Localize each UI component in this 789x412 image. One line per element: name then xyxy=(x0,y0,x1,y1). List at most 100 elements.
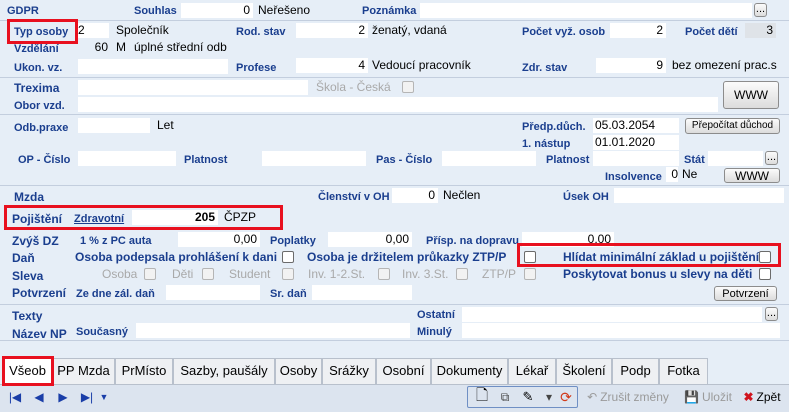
trexima-www-button[interactable]: WWW xyxy=(723,81,779,109)
tab-srazky[interactable]: Srážky xyxy=(322,358,376,384)
ostatni-dots-button[interactable]: ... xyxy=(765,307,778,321)
op-cislo-field[interactable] xyxy=(78,151,176,166)
ukon-vz-field[interactable] xyxy=(78,59,228,74)
stat-dots-button[interactable]: ... xyxy=(765,151,778,165)
prev-record-icon[interactable]: ◀ xyxy=(30,386,48,408)
odb-praxe-field[interactable] xyxy=(78,118,150,133)
zdr-stav-code-field[interactable]: 9 xyxy=(596,58,666,73)
new-record-icon[interactable]: 🗋 xyxy=(472,386,492,408)
stat-field[interactable] xyxy=(708,151,763,166)
profese-code-field[interactable]: 4 xyxy=(296,58,368,73)
predp-duch-field[interactable]: 05.03.2054 xyxy=(593,118,679,133)
tab-lekar[interactable]: Lékař xyxy=(508,358,556,384)
clenstvi-oh-text: Nečlen xyxy=(443,188,481,202)
save-icon: 💾 xyxy=(684,390,699,404)
poznamka-dots-button[interactable]: ... xyxy=(754,3,767,17)
delete-record-icon[interactable]: ✎ xyxy=(518,386,538,408)
sleva-osoba-checkbox[interactable] xyxy=(144,268,156,280)
sleva-student-checkbox[interactable] xyxy=(282,268,294,280)
souhlas-field[interactable]: 0 xyxy=(181,3,253,18)
prohlaseni-checkbox[interactable] xyxy=(282,251,294,263)
prepocitat-duchod-button[interactable]: Přepočítat důchod xyxy=(685,118,780,134)
typ-osoby-code-field[interactable]: 2 xyxy=(76,23,109,38)
pas-platnost-field[interactable] xyxy=(593,151,679,166)
potvrzeni-label: Potvrzení xyxy=(12,286,67,300)
souhlas-text: Neřešeno xyxy=(258,3,311,17)
zpet-button[interactable]: ✖ Zpět xyxy=(737,386,787,408)
pocet-vyz-osob-field[interactable]: 2 xyxy=(610,23,666,38)
tab-prmisto[interactable]: PrMísto xyxy=(115,358,173,384)
divider xyxy=(0,340,789,341)
sleva-ztpp-checkbox[interactable] xyxy=(524,268,536,280)
poplatky-label: Poplatky xyxy=(270,235,316,247)
next-record-icon[interactable]: ▶ xyxy=(54,386,72,408)
trexima-field[interactable] xyxy=(78,80,308,95)
zdravotni-code-field[interactable]: 205 xyxy=(132,210,218,225)
copy-record-icon[interactable]: ⧉ xyxy=(495,386,515,408)
nav-dropdown-icon[interactable]: ▼ xyxy=(98,386,110,408)
pas-cislo-field[interactable] xyxy=(442,151,536,166)
tab-fotka[interactable]: Fotka xyxy=(659,358,708,384)
ulozit-button[interactable]: 💾 Uložit xyxy=(680,386,736,408)
sr-dan-field[interactable] xyxy=(312,285,412,300)
sleva-inv3-label: Inv. 3.St. xyxy=(402,267,449,281)
sleva-deti-checkbox[interactable] xyxy=(202,268,214,280)
poznamka-field[interactable] xyxy=(420,3,752,18)
stat-label: Stát xyxy=(684,154,705,166)
hlidat-minimalni-zaklad-label: Hlídat minimální základ u pojištění xyxy=(563,250,760,264)
ztp-drzitel-checkbox[interactable] xyxy=(524,251,536,263)
poplatky-field[interactable]: 0,00 xyxy=(328,232,412,247)
pojisteni-label: Pojištění xyxy=(12,212,63,226)
obor-vzd-field[interactable] xyxy=(78,97,718,112)
divider xyxy=(0,304,789,305)
pc-auta-label: 1 % z PC auta xyxy=(80,235,152,247)
ostatni-field[interactable] xyxy=(462,307,762,322)
clenstvi-oh-field[interactable]: 0 xyxy=(392,188,438,203)
tab-skoleni[interactable]: Školení xyxy=(556,358,612,384)
tab-osoby[interactable]: Osoby xyxy=(275,358,322,384)
tab-dokumenty[interactable]: Dokumenty xyxy=(431,358,508,384)
tab-pp-mzda[interactable]: PP Mzda xyxy=(52,358,115,384)
op-cislo-label: OP - Číslo xyxy=(18,154,71,166)
potvrzeni-button[interactable]: Potvrzení xyxy=(714,286,777,301)
refresh-icon[interactable]: ⟳ xyxy=(556,386,576,408)
filter-dropdown-icon[interactable]: ▾ xyxy=(541,386,557,408)
pc-auta-field[interactable]: 0,00 xyxy=(178,232,260,247)
soucasny-field[interactable] xyxy=(136,323,410,338)
first-record-icon[interactable]: |◀ xyxy=(6,386,24,408)
insolvence-www-button[interactable]: WWW xyxy=(724,168,780,183)
insolvence-field[interactable]: 0 xyxy=(666,167,678,182)
hlidat-minimalni-zaklad-checkbox[interactable] xyxy=(759,251,771,263)
tab-sazby-pausaly[interactable]: Sazby, paušály xyxy=(173,358,275,384)
sr-dan-label: Sr. daň xyxy=(270,288,307,300)
op-platnost-label: Platnost xyxy=(184,154,228,166)
sleva-inv12-checkbox[interactable] xyxy=(378,268,390,280)
tab-podp[interactable]: Podp xyxy=(612,358,659,384)
op-platnost-field[interactable] xyxy=(262,151,366,166)
prisp-doprava-field[interactable]: 0,00 xyxy=(522,232,614,247)
ze-dne-zal-dan-label: Ze dne zál. daň xyxy=(76,288,155,300)
rod-stav-code-field[interactable]: 2 xyxy=(296,23,368,38)
divider xyxy=(0,20,789,21)
tab-vseob[interactable]: Všeob xyxy=(3,358,52,384)
divider xyxy=(0,114,789,115)
usek-oh-field[interactable] xyxy=(614,188,784,203)
prisp-doprava-label: Přísp. na dopravu xyxy=(426,235,519,247)
sleva-inv3-checkbox[interactable] xyxy=(456,268,468,280)
undo-icon: ↶ xyxy=(587,390,598,404)
bonus-deti-checkbox[interactable] xyxy=(759,268,771,280)
ztp-drzitel-label: Osoba je držitelem průkazky ZTP/P xyxy=(307,250,507,264)
ze-dne-zal-dan-field[interactable] xyxy=(166,285,260,300)
zdravotni-link[interactable]: Zdravotní xyxy=(74,212,124,227)
vzdelani-code-field[interactable]: 60 xyxy=(62,40,110,55)
gdpr-label: GDPR xyxy=(7,5,39,17)
last-record-icon[interactable]: ▶| xyxy=(78,386,96,408)
minuly-field[interactable] xyxy=(462,323,780,338)
zrusit-zmeny-button[interactable]: ↶ Zrušit změny xyxy=(583,386,673,408)
sleva-student-label: Student xyxy=(229,267,271,281)
sleva-ztpp-label: ZTP/P xyxy=(482,267,517,281)
skola-ceska-checkbox[interactable] xyxy=(402,81,414,93)
tab-osobni[interactable]: Osobní xyxy=(376,358,431,384)
prvni-nastup-field[interactable]: 01.01.2020 xyxy=(593,135,679,150)
pas-cislo-label: Pas - Číslo xyxy=(376,154,433,166)
